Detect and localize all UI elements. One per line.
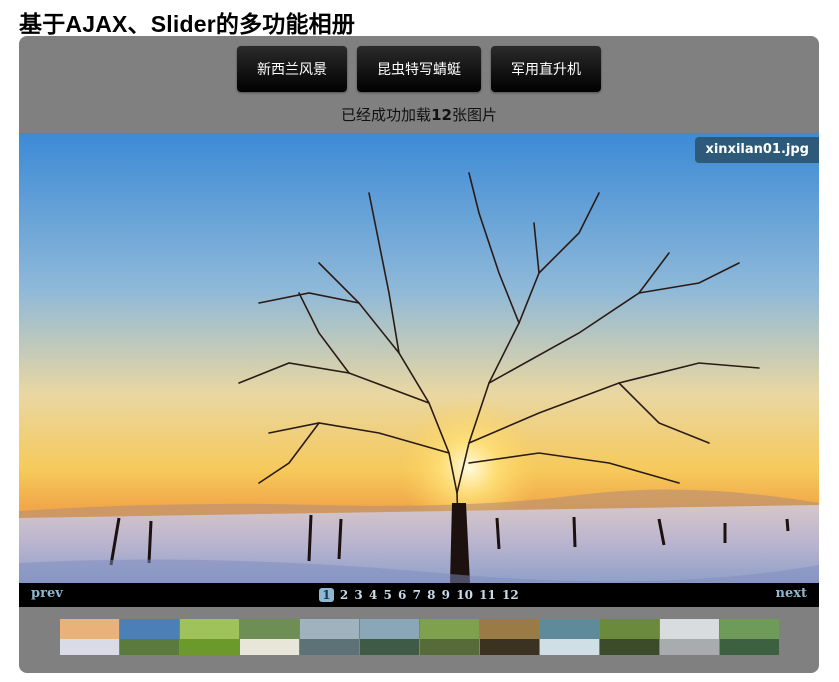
- page-link-12[interactable]: 12: [502, 588, 519, 602]
- page-link-8[interactable]: 8: [427, 588, 435, 602]
- page-link-6[interactable]: 6: [398, 588, 406, 602]
- pager: 1 2 3 4 5 6 7 8 9 10 11 12: [19, 588, 819, 602]
- load-status-suffix: 张图片: [451, 106, 497, 124]
- next-link[interactable]: next: [776, 586, 807, 601]
- load-status-count: 12: [431, 106, 452, 124]
- page-link-3[interactable]: 3: [354, 588, 362, 602]
- page-link-4[interactable]: 4: [369, 588, 377, 602]
- thumbnail-6[interactable]: [360, 619, 419, 655]
- thumbnail-7[interactable]: [420, 619, 479, 655]
- page-link-7[interactable]: 7: [413, 588, 421, 602]
- main-photo[interactable]: [19, 133, 819, 583]
- thumbnail-1[interactable]: [60, 619, 119, 655]
- filename-label: xinxilan01.jpg: [695, 137, 819, 163]
- photo-gallery: 新西兰风景 昆虫特写蜻蜓 军用直升机 已经成功加载12张图片 xinxilan0…: [19, 36, 819, 673]
- thumbnail-3[interactable]: [180, 619, 239, 655]
- thumbnail-9[interactable]: [540, 619, 599, 655]
- page-link-1[interactable]: 1: [319, 588, 334, 602]
- page-link-10[interactable]: 10: [456, 588, 473, 602]
- load-status-prefix: 已经成功加载: [341, 106, 432, 124]
- page-link-2[interactable]: 2: [340, 588, 348, 602]
- album-button-helicopter[interactable]: 军用直升机: [491, 46, 601, 92]
- page-link-5[interactable]: 5: [383, 588, 391, 602]
- album-selector: 新西兰风景 昆虫特写蜻蜓 军用直升机: [19, 46, 819, 92]
- thumbnail-strip: [60, 619, 780, 655]
- thumbnail-11[interactable]: [660, 619, 719, 655]
- thumbnail-5[interactable]: [300, 619, 359, 655]
- album-button-nz-scenery[interactable]: 新西兰风景: [237, 46, 347, 92]
- album-button-dragonfly[interactable]: 昆虫特写蜻蜓: [357, 46, 481, 92]
- thumbnail-2[interactable]: [120, 619, 179, 655]
- winter-sunset-tree-image: [19, 133, 819, 583]
- page-link-9[interactable]: 9: [442, 588, 450, 602]
- page-title: 基于AJAX、Slider的多功能相册: [19, 11, 356, 37]
- thumbnail-10[interactable]: [600, 619, 659, 655]
- page-link-11[interactable]: 11: [479, 588, 496, 602]
- slider-nav: prev 1 2 3 4 5 6 7 8 9 10 11 12 next: [19, 583, 819, 607]
- thumbnail-4[interactable]: [240, 619, 299, 655]
- thumbnail-8[interactable]: [480, 619, 539, 655]
- thumbnail-12[interactable]: [720, 619, 779, 655]
- load-status: 已经成功加载12张图片: [19, 104, 819, 125]
